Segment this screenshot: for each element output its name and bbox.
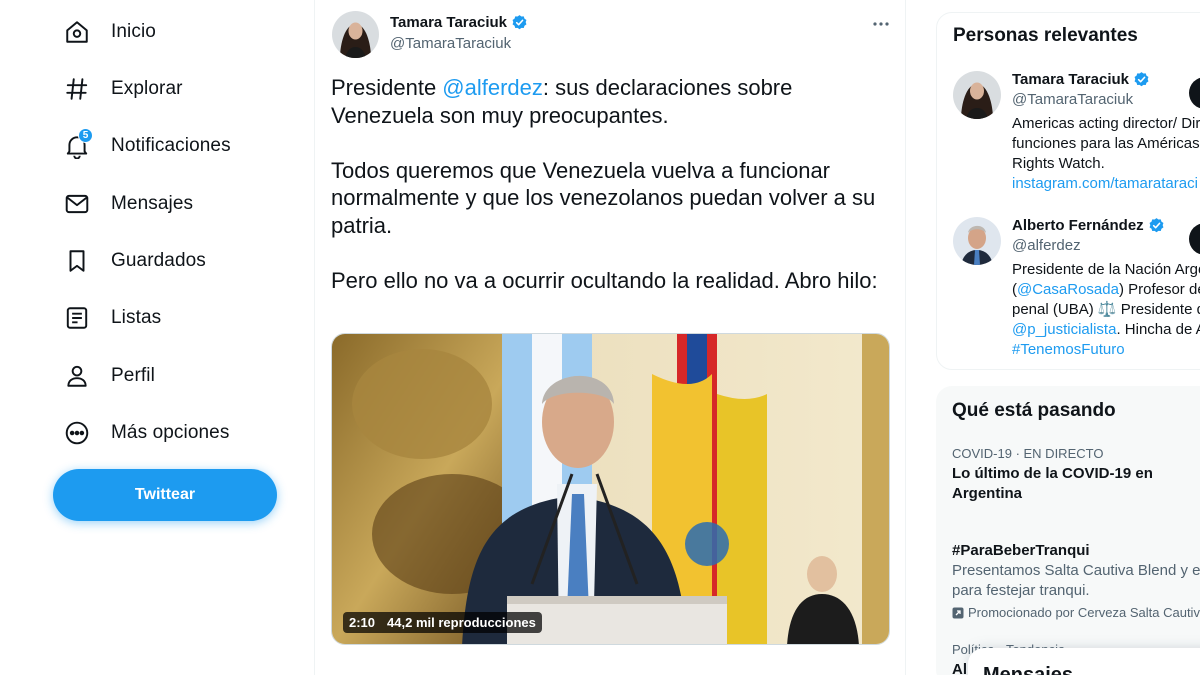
person-avatar[interactable]	[953, 71, 1001, 119]
video-views: 44,2 mil reproducciones	[387, 615, 536, 630]
author-name-text: Tamara Taraciuk	[390, 14, 508, 31]
messages-drawer[interactable]: Mensajes	[968, 648, 1200, 675]
tweet-detail: Tamara Taraciuk @TamaraTaraciuk Presiden…	[314, 0, 906, 675]
left-navigation: Inicio Explorar 5 Notificaciones Mensaje…	[0, 0, 314, 675]
nav-label: Mensajes	[111, 193, 194, 214]
video-duration: 2:10	[349, 615, 376, 630]
promoted-label: Promocionado por Cerveza Salta Cautiva	[952, 605, 1200, 620]
trend-title: #ParaBeberTranqui	[952, 542, 1090, 559]
person-avatar[interactable]	[953, 217, 1001, 265]
right-sidebar: Personas relevantes Tamara Taraciuk @Tam…	[906, 0, 1200, 675]
bio-line: Americas acting director/ Dir	[1012, 115, 1200, 132]
notification-badge: 5	[78, 128, 93, 143]
bio-link[interactable]: #TenemosFuturo	[1012, 340, 1200, 360]
person-handle: @alferdez	[1012, 237, 1081, 254]
mention-link[interactable]: @alferdez	[442, 75, 543, 100]
promoted-text: Promocionado por Cerveza Salta Cautiva	[968, 605, 1200, 620]
author-handle[interactable]: @TamaraTaraciuk	[390, 35, 511, 52]
tweet-text: Presidente @alferdez: sus declaraciones …	[331, 74, 896, 294]
nav-label: Notificaciones	[111, 135, 231, 156]
promoted-icon	[952, 607, 964, 618]
bio-line: Rights Watch.	[1012, 155, 1105, 172]
more-circle-icon	[62, 418, 92, 448]
messages-drawer-title: Mensajes	[983, 664, 1074, 675]
person-icon	[62, 361, 92, 391]
bio-link[interactable]: @CasaRosada	[1017, 281, 1119, 298]
bio-link[interactable]: instagram.com/tamarataraci	[1012, 174, 1200, 194]
trend-description: para festejar tranqui.	[952, 582, 1090, 599]
envelope-icon	[62, 189, 92, 219]
person-bio: Presidente de la Nación Arge (@CasaRosad…	[1012, 260, 1200, 360]
bio-line: penal (UBA) ⚖️ Presidente d	[1012, 301, 1200, 318]
follow-button[interactable]	[1189, 77, 1200, 109]
person-bio: Americas acting director/ Dir funciones …	[1012, 114, 1200, 194]
tweet-text-part: Presidente	[331, 75, 443, 100]
nav-item-mensajes[interactable]: Mensajes	[62, 184, 193, 224]
trend-item[interactable]: #ParaBeberTranqui Presentamos Salta Caut…	[952, 538, 1200, 620]
bio-line: Presidente de la Nación Arge	[1012, 261, 1200, 278]
tweet-video[interactable]: 2:10 44,2 mil reproducciones	[331, 333, 890, 645]
nav-item-perfil[interactable]: Perfil	[62, 356, 155, 396]
bio-text: ) Profesor de	[1118, 281, 1200, 298]
person-name-text: Tamara Taraciuk	[1012, 71, 1130, 88]
tweet-button[interactable]: Twittear	[53, 469, 277, 521]
nav-label: Perfil	[111, 365, 155, 386]
nav-label: Guardados	[111, 250, 206, 271]
person-name[interactable]: Tamara Taraciuk	[1012, 71, 1150, 88]
trends-title: Qué está pasando	[952, 400, 1116, 421]
more-options-icon[interactable]	[871, 14, 891, 34]
verified-badge-icon	[1134, 72, 1149, 87]
nav-label: Listas	[111, 307, 162, 328]
relevant-people-card: Personas relevantes Tamara Taraciuk @Tam…	[936, 12, 1200, 370]
verified-badge-icon	[1149, 218, 1164, 233]
nav-label: Explorar	[111, 78, 183, 99]
video-frame	[332, 334, 889, 644]
person-name-text: Alberto Fernández	[1012, 217, 1144, 234]
bio-link[interactable]: @p_justicialista	[1012, 321, 1116, 338]
video-info: 2:10 44,2 mil reproducciones	[343, 612, 542, 633]
nav-item-guardados[interactable]: Guardados	[62, 241, 206, 281]
bio-text: . Hincha de A	[1116, 321, 1200, 338]
bio-line: @p_justicialista. Hincha de A	[1012, 320, 1200, 340]
nav-item-explorar[interactable]: Explorar	[62, 69, 183, 109]
nav-item-mas-opciones[interactable]: Más opciones	[62, 413, 229, 453]
bookmark-icon	[62, 246, 92, 276]
relevant-people-title: Personas relevantes	[953, 25, 1138, 46]
trend-category: COVID-19 · EN DIRECTO	[952, 446, 1104, 461]
nav-item-inicio[interactable]: Inicio	[62, 12, 156, 52]
trend-item[interactable]: COVID-19 · EN DIRECTO Lo último de la CO…	[952, 446, 1200, 504]
bio-line: (@CasaRosada) Profesor de	[1012, 280, 1200, 300]
person-name[interactable]: Alberto Fernández	[1012, 217, 1165, 234]
nav-label: Más opciones	[111, 422, 230, 443]
tweet-text-part: : sus declaraciones sobre Venezuela son …	[331, 75, 878, 293]
author-name[interactable]: Tamara Taraciuk	[390, 14, 528, 31]
person-handle: @TamaraTaraciuk	[1012, 91, 1134, 108]
trend-description: Presentamos Salta Cautiva Blend y es	[952, 562, 1200, 579]
nav-label: Inicio	[111, 21, 156, 42]
nav-item-notificaciones[interactable]: 5 Notificaciones	[62, 126, 231, 166]
follow-button[interactable]	[1189, 223, 1200, 255]
verified-badge-icon	[512, 15, 527, 30]
bell-icon: 5	[62, 128, 93, 161]
home-icon	[62, 17, 92, 47]
nav-item-listas[interactable]: Listas	[62, 298, 161, 338]
author-avatar[interactable]	[332, 11, 379, 58]
trends-card: Qué está pasando COVID-19 · EN DIRECTO L…	[936, 386, 1200, 675]
hashtag-icon	[62, 74, 92, 104]
trend-title: Lo último de la COVID-19 en Argentina	[952, 465, 1153, 502]
list-icon	[62, 303, 92, 333]
bio-line: funciones para las Américas	[1012, 135, 1200, 152]
